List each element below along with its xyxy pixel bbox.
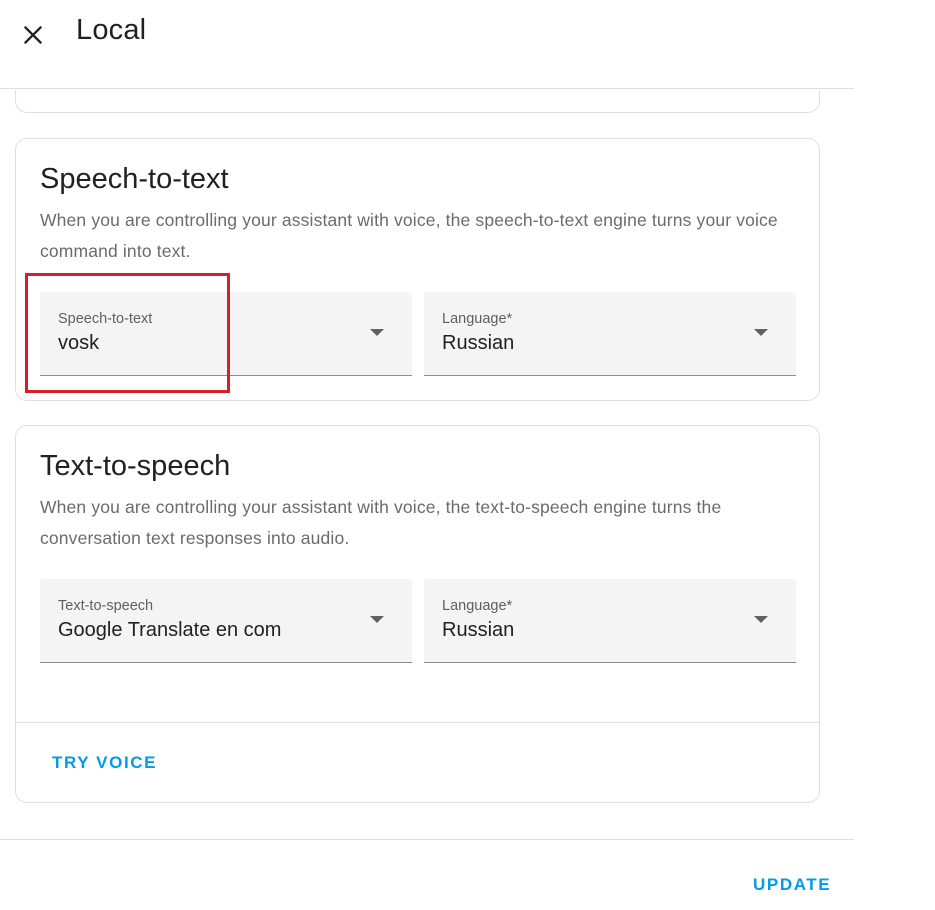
stt-language-value: Russian (442, 332, 515, 354)
dialog-content[interactable]: Speech-to-text When you are controlling … (0, 90, 854, 839)
stt-card-description: When you are controlling your assistant … (40, 210, 778, 261)
card-actions-divider (16, 722, 819, 723)
close-icon (24, 26, 42, 44)
dialog-header: Local (0, 0, 854, 89)
update-button[interactable]: UPDATE (753, 875, 831, 895)
dropdown-arrow-icon (754, 616, 768, 623)
close-button[interactable] (14, 16, 52, 54)
stt-engine-label: Speech-to-text (58, 311, 153, 327)
dialog-title: Local (76, 14, 147, 46)
dropdown-arrow-icon (754, 329, 768, 336)
stt-language-label: Language* (442, 311, 513, 327)
tts-engine-value: Google Translate en com (58, 619, 282, 641)
stt-engine-value: vosk (58, 332, 100, 354)
tts-engine-select[interactable]: Text-to-speech Google Translate en com (40, 579, 412, 663)
tts-language-value: Russian (442, 619, 515, 641)
tts-card-description: When you are controlling your assistant … (40, 497, 722, 548)
footer-divider (0, 839, 854, 840)
tts-language-label: Language* (442, 598, 513, 614)
speech-to-text-card: Speech-to-text When you are controlling … (15, 138, 820, 401)
text-to-speech-card: Text-to-speech When you are controlling … (15, 425, 820, 803)
previous-card (15, 90, 820, 113)
tts-card-title: Text-to-speech (40, 450, 231, 482)
tts-language-select[interactable]: Language* Russian (424, 579, 796, 663)
stt-language-select[interactable]: Language* Russian (424, 292, 796, 376)
stt-engine-select[interactable]: Speech-to-text vosk (40, 292, 412, 376)
stt-card-title: Speech-to-text (40, 163, 229, 195)
dropdown-arrow-icon (370, 329, 384, 336)
try-voice-button[interactable]: TRY VOICE (52, 753, 157, 773)
dropdown-arrow-icon (370, 616, 384, 623)
tts-engine-label: Text-to-speech (58, 598, 154, 614)
